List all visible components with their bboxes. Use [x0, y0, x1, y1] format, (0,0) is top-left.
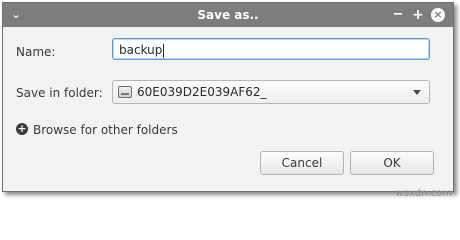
save-as-dialog: ⌄ Save as.. − + × Name: backup Save in f… [2, 2, 454, 192]
drive-icon [118, 86, 132, 98]
minimize-icon[interactable]: − [391, 8, 405, 22]
watermark: wsxdn.com [395, 188, 452, 199]
dialog-title: Save as.. [197, 8, 259, 22]
close-icon[interactable]: × [431, 8, 445, 22]
maximize-icon[interactable]: + [411, 8, 425, 22]
name-label: Name: [16, 45, 56, 59]
cancel-button[interactable]: Cancel [260, 151, 344, 175]
folder-select-value: 60E039D2E039AF62_ [137, 85, 267, 99]
folder-select[interactable]: 60E039D2E039AF62_ [112, 80, 430, 104]
dropdown-arrow-icon [413, 90, 421, 95]
plus-circle-icon: + [16, 122, 28, 135]
name-field[interactable]: backup [112, 38, 430, 60]
ok-button[interactable]: OK [350, 151, 434, 175]
text-caret [163, 43, 165, 58]
browse-other-folders-label: Browse for other folders [33, 123, 178, 137]
title-bar[interactable]: ⌄ Save as.. − + × [3, 3, 453, 27]
save-in-folder-label: Save in folder: [16, 86, 103, 100]
name-field-value: backup [119, 43, 163, 57]
